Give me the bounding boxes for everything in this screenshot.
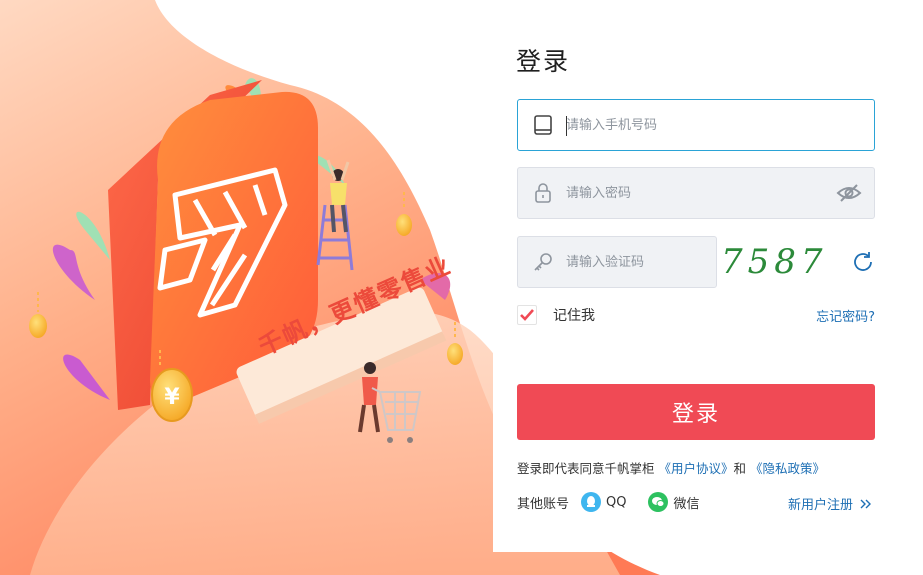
- remember-checkbox[interactable]: [517, 305, 537, 325]
- login-title: 登录: [516, 47, 571, 76]
- double-chevron-right-icon: [860, 499, 871, 508]
- captcha-input[interactable]: [566, 247, 706, 277]
- phone-field[interactable]: [517, 99, 875, 151]
- check-icon: [520, 309, 534, 321]
- agreement-text: 登录即代表同意千帆掌柜 《用户协议》和 《隐私政策》: [517, 458, 825, 477]
- register-label: 新用户注册: [787, 498, 853, 513]
- other-accounts-label: 其他账号: [517, 496, 570, 512]
- remember-label: 记住我: [553, 308, 595, 324]
- password-input[interactable]: [566, 178, 826, 208]
- forgot-password-link[interactable]: 忘记密码?: [816, 306, 875, 325]
- register-link[interactable]: 新用户注册: [788, 494, 873, 513]
- other-accounts: 其他账号 QQ 微信: [517, 490, 722, 514]
- wechat-icon: [648, 492, 669, 512]
- lock-icon: [535, 183, 551, 203]
- privacy-policy-link[interactable]: 《隐私政策》: [750, 461, 825, 476]
- wechat-login[interactable]: 微信: [648, 492, 700, 512]
- svg-text:¥: ¥: [164, 385, 180, 410]
- phone-input[interactable]: [566, 110, 826, 140]
- key-icon: [534, 253, 552, 271]
- refresh-icon[interactable]: [851, 250, 875, 274]
- captcha-field[interactable]: [517, 236, 717, 288]
- wechat-label: 微信: [673, 496, 700, 512]
- password-field[interactable]: [517, 167, 875, 219]
- eye-hidden-icon[interactable]: [836, 183, 862, 203]
- qq-label: QQ: [606, 494, 627, 510]
- phone-icon: [534, 115, 552, 135]
- remember-me[interactable]: 记住我: [517, 304, 595, 326]
- user-agreement-link[interactable]: 《用户协议》: [659, 461, 734, 476]
- text-caret: [566, 116, 567, 136]
- login-panel: 登录 7587: [493, 0, 923, 552]
- qq-icon: [581, 492, 602, 512]
- agreement-prefix: 登录即代表同意千帆掌柜: [517, 461, 655, 476]
- agreement-conjunction: 和: [733, 461, 747, 476]
- qq-login[interactable]: QQ: [581, 492, 626, 512]
- captcha-image[interactable]: 7587: [721, 238, 829, 286]
- login-button[interactable]: 登录: [517, 384, 875, 440]
